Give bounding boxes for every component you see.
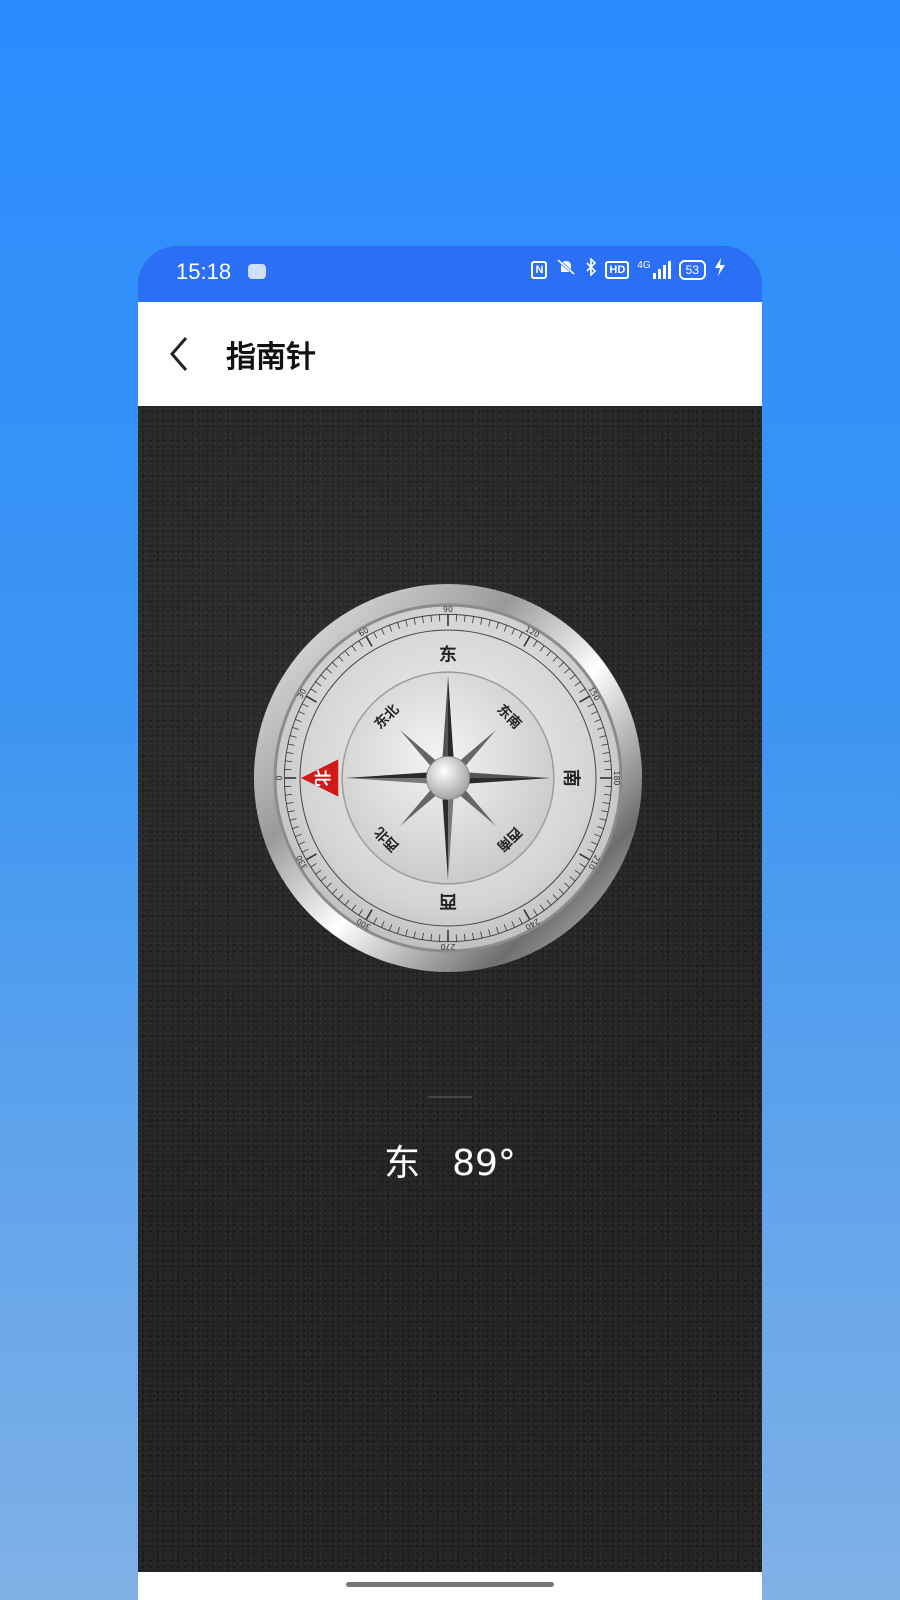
charging-icon: [714, 258, 726, 281]
battery-icon: 53: [678, 259, 706, 280]
status-bar: 15:18 N HD 4G 53: [138, 246, 762, 302]
degree-tick-label: 270: [441, 942, 456, 951]
navigation-bar: [138, 1572, 762, 1600]
back-button[interactable]: [162, 330, 202, 378]
east-label: 东: [439, 644, 457, 666]
nfc-icon: N: [531, 260, 548, 279]
signal-bars: [652, 260, 671, 279]
status-time: 15:18: [176, 259, 232, 284]
chevron-left-icon: [170, 337, 188, 371]
south-label: 南: [561, 769, 583, 787]
bluetooth-icon: [585, 257, 597, 281]
hd-icon: HD: [605, 260, 630, 279]
heading-reading: 东 89°: [138, 1134, 762, 1186]
heading-pointer-mark: [428, 1096, 472, 1098]
4g-signal-icon: 4G: [637, 259, 671, 279]
compass-area: 0 30 60 90 120 150 180 210 240 270 300 330 东南西东北 东南西…: [138, 406, 762, 1572]
home-indicator[interactable]: [346, 1582, 554, 1587]
heading-direction: 东: [384, 1143, 421, 1184]
heading-degrees: 89°: [452, 1143, 516, 1184]
app-header: 指南针: [138, 302, 762, 406]
degree-tick-label: 90: [443, 605, 453, 614]
status-icons: N HD 4G 53: [531, 257, 726, 281]
network-type-label: 4G: [637, 259, 651, 271]
page-title: 指南针: [226, 340, 316, 375]
north-label: 北: [313, 770, 332, 787]
mute-vibrate-icon: [555, 258, 577, 281]
degree-tick-label: 0: [275, 775, 284, 780]
compass-dial: 0306090120150180210240270300330 东南西东北 东南西…: [253, 583, 643, 973]
compass-hub: [425, 755, 471, 801]
chat-notification-icon: [248, 264, 266, 279]
west-label: 西: [439, 891, 457, 911]
degree-tick-label: 180: [612, 771, 621, 786]
phone-frame: 15:18 N HD 4G 53 指南针 0 30 60 90 120 150 …: [138, 246, 762, 1600]
